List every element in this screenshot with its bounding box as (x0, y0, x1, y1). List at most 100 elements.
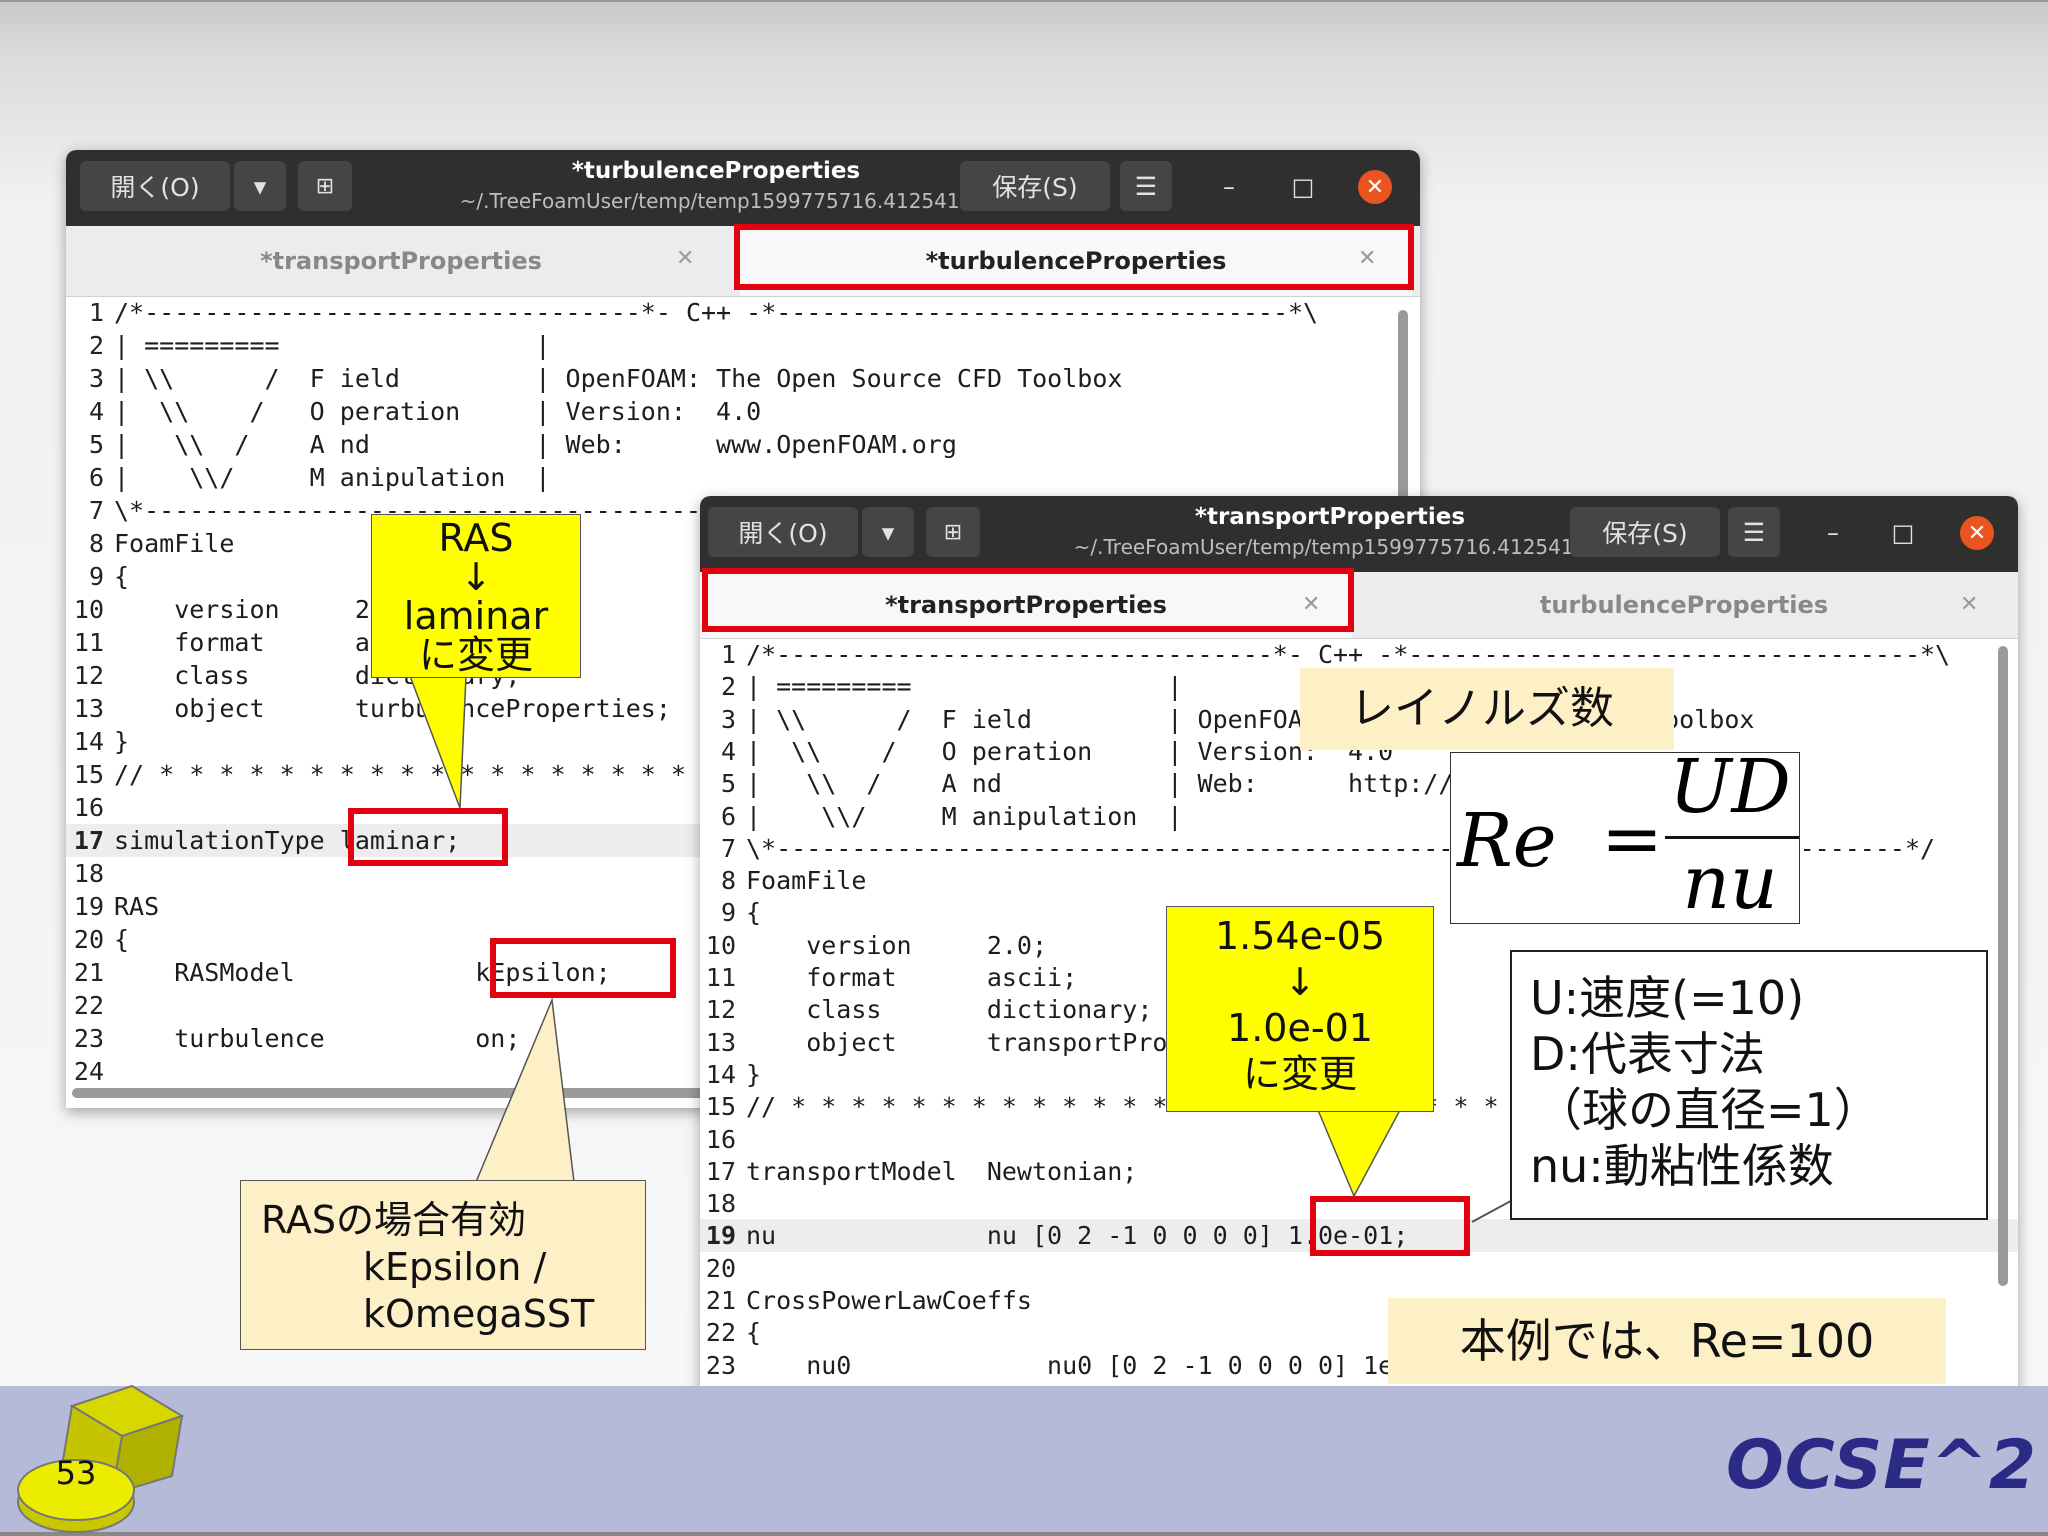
tab-label: turbulenceProperties (1539, 591, 1829, 619)
minimize-icon[interactable]: – (1214, 170, 1244, 204)
callout-line: に変更 (1242, 1052, 1357, 1096)
menu-button[interactable]: ☰ (1728, 507, 1780, 557)
code-line[interactable]: 8 FoamFile (700, 864, 2018, 897)
open-button[interactable]: 開く(O) (80, 161, 230, 211)
line-text (104, 793, 114, 822)
code-line[interactable]: 5 | \\ / A nd | Web: www.OpenFOAM.org (66, 428, 1420, 461)
maximize-icon[interactable]: □ (1288, 170, 1318, 204)
menu-button[interactable]: ☰ (1120, 161, 1172, 211)
line-text (736, 1189, 746, 1218)
line-text: FoamFile (114, 529, 235, 558)
horizontal-scrollbar[interactable] (72, 1088, 732, 1098)
line-number: 16 (705, 1124, 736, 1154)
code-line[interactable]: 20 (700, 1252, 2018, 1285)
code-line[interactable]: 5 | \\ / A nd | Web: http://www.OpenFOAM.… (700, 767, 2018, 800)
tab-close-icon[interactable]: ✕ (676, 246, 694, 271)
formula-lhs: Re (1457, 798, 1557, 884)
note-ras-models: RASの場合有効 kEpsilon / kOmegaSST (240, 1180, 646, 1350)
tab-turbulence-properties[interactable]: turbulenceProperties (1356, 572, 2012, 638)
line-number: 7 (88, 496, 104, 525)
chevron-down-icon: ▾ (881, 517, 895, 547)
line-text: } (746, 1059, 762, 1089)
close-icon[interactable]: ✕ (1358, 170, 1392, 204)
note-line: kEpsilon / (363, 1245, 547, 1289)
line-number: 16 (73, 793, 104, 822)
line-text: transportModel Newtonian; (746, 1156, 1138, 1186)
line-text: | \\ / A nd | Web: www.OpenFOAM.org (114, 430, 957, 459)
callout-line: に変更 (418, 633, 533, 677)
note-line: kOmegaSST (363, 1292, 595, 1336)
chevron-down-icon: ▾ (253, 171, 267, 201)
line-text: version 2.0; (114, 595, 416, 624)
cube-logo-icon (17, 1384, 185, 1533)
new-tab-button[interactable]: ⊞ (926, 507, 980, 557)
line-text: | ========= | (114, 331, 551, 360)
line-text: FoamFile (746, 866, 867, 896)
code-line[interactable]: 6 | \\/ M anipulation | (700, 800, 2018, 833)
line-number: 11 (705, 963, 736, 992)
line-text: format ascii; (746, 963, 1078, 992)
line-number: 23 (705, 1350, 736, 1380)
line-text: | \\ / O peration | Version: 4.0 (746, 736, 1394, 766)
line-number: 17 (73, 826, 104, 855)
callout-line: ↓ (460, 555, 492, 599)
tab-close-icon[interactable]: ✕ (1960, 592, 1978, 617)
line-number: 22 (73, 991, 104, 1020)
line-text: } (114, 727, 130, 756)
fraction-bar (1665, 836, 1799, 839)
code-line[interactable]: 6 | \\/ M anipulation | (66, 461, 1420, 494)
vertical-scrollbar[interactable] (1998, 646, 2008, 1286)
title-bar: 開く(O) ▾ ⊞ *transportProperties ~/.TreeFo… (700, 496, 2018, 572)
line-number: 12 (705, 995, 736, 1025)
title-bar: 開く(O) ▾ ⊞ *turbulenceProperties ~/.TreeF… (66, 150, 1420, 226)
save-button[interactable]: 保存(S) (960, 161, 1110, 211)
line-text: RAS (114, 892, 160, 921)
callout-line: laminar (403, 594, 549, 638)
line-text: | \\/ M anipulation | (746, 801, 1183, 831)
line-number: 4 (88, 397, 104, 426)
new-tab-icon: ⊞ (315, 173, 335, 199)
line-number: 15 (705, 1092, 736, 1122)
line-text: | \\ / O peration | Version: 4.0 (114, 397, 762, 426)
highlight-laminar (348, 808, 508, 866)
line-text (104, 1057, 114, 1086)
open-button[interactable]: 開く(O) (708, 507, 858, 557)
callout-line: RAS (438, 516, 514, 560)
tab-transport-properties[interactable]: *transportProperties (66, 226, 736, 296)
callout-line: ↓ (1284, 960, 1316, 1004)
legend-line: D:代表寸法 (1530, 1027, 1765, 1081)
line-number: 2 (88, 331, 104, 360)
legend-line: nu:動粘性係数 (1530, 1139, 1834, 1193)
line-number: 18 (705, 1189, 736, 1219)
open-menu-button[interactable]: ▾ (234, 161, 286, 211)
line-text: class dictionary; (746, 995, 1153, 1025)
line-number: 8 (720, 866, 736, 896)
line-text: turbulence on; (114, 1024, 521, 1053)
code-line[interactable]: 4 | \\ / O peration | Version: 4.0 (66, 395, 1420, 428)
code-line[interactable]: 1 /*---------------------------------*- C… (700, 638, 2018, 671)
line-text: { (114, 562, 130, 591)
code-line[interactable]: 1 /*---------------------------------*- C… (66, 296, 1420, 329)
line-text (104, 859, 114, 888)
line-number: 5 (88, 430, 104, 459)
line-number: 5 (720, 769, 736, 799)
reynolds-label: レイノルズ数 (1300, 668, 1674, 750)
new-tab-button[interactable]: ⊞ (298, 161, 352, 211)
close-icon[interactable]: ✕ (1960, 516, 1994, 550)
line-number: 21 (73, 958, 104, 987)
open-menu-button[interactable]: ▾ (862, 507, 914, 557)
highlight-nu-value (1310, 1196, 1470, 1256)
minimize-icon[interactable]: – (1818, 516, 1848, 550)
line-number: 8 (88, 529, 104, 558)
code-line[interactable]: 7\*-------------------------------------… (700, 832, 2018, 865)
highlight-tab-transport (702, 568, 1354, 632)
line-text: nu nu [0 2 -1 0 0 0 0] 1.0e-01; (746, 1221, 1409, 1251)
tab-label: *transportProperties (260, 247, 542, 275)
line-number: 4 (720, 736, 736, 766)
save-button[interactable]: 保存(S) (1570, 507, 1720, 557)
code-line[interactable]: 2 | ========= | (66, 329, 1420, 362)
line-text: nu0 nu0 [0 2 -1 0 0 0 0] 1e-06; (746, 1350, 1454, 1380)
maximize-icon[interactable]: □ (1888, 516, 1918, 550)
window-title: *transportProperties (1194, 504, 1466, 530)
code-line[interactable]: 3 | \\ / F ield | OpenFOAM: The Open Sour… (66, 362, 1420, 395)
